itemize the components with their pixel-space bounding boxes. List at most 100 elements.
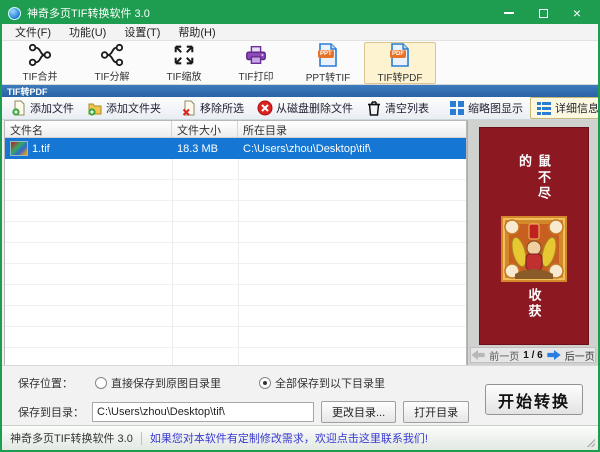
preview-artwork [501, 216, 567, 282]
add-file-button[interactable]: 添加文件 [5, 97, 80, 119]
preview-bottom-caption: 收获 [526, 288, 542, 320]
pdf-badge: PDF [390, 49, 406, 58]
menubar: 文件(F) 功能(U) 设置(T) 帮助(H) [2, 24, 598, 41]
save-option-custom-dir[interactable]: 全部保存到以下目录里 [259, 375, 385, 391]
toolbar-button-tif-split[interactable]: TIF分解 [76, 42, 148, 84]
button-label: 清空列表 [385, 103, 429, 115]
button-label: 添加文件 [30, 103, 74, 115]
pdf-document-icon: PDF [387, 42, 413, 68]
save-dir-label: 保存到目录： [18, 407, 84, 419]
toolbar-label: TIF分解 [94, 71, 130, 83]
clear-list-button[interactable]: 清空列表 [360, 97, 435, 119]
minimize-button[interactable] [502, 6, 516, 20]
main-area: 文件名 文件大小 所在目录 1.tif 18.3 MB C:\Users\zho… [2, 120, 598, 365]
table-empty-area [5, 159, 466, 365]
details-view-button[interactable]: 详细信息显示 [530, 97, 599, 119]
prev-page-button[interactable]: 前一页 [489, 348, 519, 363]
menu-file[interactable]: 文件(F) [6, 24, 60, 40]
table-row[interactable]: 1.tif 18.3 MB C:\Users\zhou\Desktop\tif\ [5, 138, 466, 159]
file-thumbnail [10, 141, 28, 156]
save-option-original-dir[interactable]: 直接保存到原图目录里 [95, 375, 221, 391]
remove-file-icon [182, 100, 195, 116]
table-header: 文件名 文件大小 所在目录 [5, 121, 466, 138]
menu-function[interactable]: 功能(U) [60, 24, 115, 40]
toolbar-button-tif-print[interactable]: TIF打印 [220, 42, 292, 84]
button-label: 缩略图显示 [468, 103, 523, 115]
statusbar-divider [140, 431, 142, 445]
scale-icon [174, 45, 194, 64]
save-location-label: 保存位置： [18, 378, 73, 390]
thumbnail-view-button[interactable]: 缩略图显示 [443, 97, 529, 119]
radio-label: 全部保存到以下目录里 [275, 378, 385, 390]
add-file-icon [12, 100, 25, 116]
app-window: 神奇多页TIF转换软件 3.0 × 文件(F) 功能(U) 设置(T) 帮助(H… [0, 0, 600, 452]
section-header: TIF转PDF [2, 85, 598, 97]
toolbar-button-tif-scale[interactable]: TIF缩放 [148, 42, 220, 84]
preview-top-caption: 鼠不尽的 [517, 154, 551, 202]
file-name: 1.tif [32, 142, 50, 155]
delete-from-disk-button[interactable]: 从磁盘删除文件 [251, 97, 359, 119]
trash-icon [368, 101, 380, 116]
remove-selected-button[interactable]: 移除所选 [175, 97, 250, 119]
menu-settings[interactable]: 设置(T) [115, 24, 169, 40]
contact-link[interactable]: 如果您对本软件有定制修改需求，欢迎点击这里联系我们! [150, 430, 428, 446]
radio-checked-icon [259, 377, 271, 389]
toolbar-label: TIF合并 [22, 71, 58, 83]
column-header-filesize[interactable]: 文件大小 [172, 121, 238, 137]
titlebar[interactable]: 神奇多页TIF转换软件 3.0 × [2, 2, 598, 24]
add-folder-button[interactable]: 添加文件夹 [81, 97, 167, 119]
menu-help[interactable]: 帮助(H) [169, 24, 224, 40]
next-page-button[interactable]: 后一页 [565, 348, 595, 363]
toolbar-label: PPT转TIF [305, 72, 351, 84]
column-divider [172, 159, 173, 365]
merge-icon [28, 43, 52, 66]
toolbar-button-tif-merge[interactable]: TIF合并 [4, 42, 76, 84]
statusbar: 神奇多页TIF转换软件 3.0 如果您对本软件有定制修改需求，欢迎点击这里联系我… [2, 425, 598, 450]
open-dir-button[interactable]: 打开目录 [403, 401, 470, 423]
add-folder-icon [88, 103, 102, 116]
column-divider [238, 159, 239, 365]
resize-grip[interactable] [587, 439, 595, 447]
prev-page-icon[interactable] [471, 350, 485, 360]
split-icon [100, 43, 124, 66]
button-label: 从磁盘删除文件 [276, 103, 353, 115]
save-panel: 保存位置： 直接保存到原图目录里 全部保存到以下目录里 保存到目录： 更改目录.… [2, 365, 598, 425]
app-icon [8, 6, 21, 20]
ppt-document-icon: PPT [315, 42, 341, 68]
button-label: 详细信息显示 [555, 103, 599, 115]
column-header-filename[interactable]: 文件名 [5, 121, 172, 137]
button-label: 移除所选 [200, 103, 244, 115]
button-label: 添加文件夹 [106, 103, 161, 115]
file-toolbar: 添加文件 添加文件夹 移除所选 从磁盘删除文件 清空列表 缩略图显示 详细信息 [2, 97, 598, 120]
toolbar-label: TIF打印 [238, 71, 274, 83]
close-icon: × [572, 5, 582, 21]
delete-disk-icon [257, 100, 273, 116]
printer-icon [246, 45, 266, 64]
page-indicator: 1 / 6 [523, 349, 543, 361]
toolbar-label: TIF转PDF [377, 72, 423, 84]
page-navigation: 前一页 1 / 6 后一页 [470, 347, 596, 363]
details-list-icon [537, 102, 551, 115]
next-page-icon[interactable] [547, 350, 561, 360]
statusbar-app-name: 神奇多页TIF转换软件 3.0 [10, 433, 133, 445]
toolbar-button-tif-to-pdf[interactable]: PDF TIF转PDF [364, 41, 436, 84]
toolbar-label: TIF缩放 [166, 71, 202, 83]
file-size: 18.3 MB [177, 142, 218, 155]
toolbar-button-ppt-to-tif[interactable]: PPT PPT转TIF [292, 42, 364, 84]
save-dir-input[interactable] [92, 402, 314, 422]
column-header-directory[interactable]: 所在目录 [238, 121, 466, 137]
minimize-icon [504, 12, 514, 14]
maximize-button[interactable] [536, 6, 550, 20]
change-dir-button[interactable]: 更改目录... [321, 401, 397, 423]
preview-panel: 鼠不尽的 收获 前一页 1 / 6 后一页 [467, 120, 598, 365]
ppt-badge: PPT [318, 49, 334, 58]
start-convert-button[interactable]: 开始转换 [485, 384, 583, 415]
radio-unchecked-icon [95, 377, 107, 389]
maximize-icon [538, 8, 548, 18]
thumbnail-grid-icon [450, 101, 464, 115]
main-toolbar: TIF合并 TIF分解 TIF缩放 TIF打印 PPT PPT转TIF PDF … [2, 41, 598, 85]
close-button[interactable]: × [570, 6, 584, 20]
preview-image: 鼠不尽的 收获 [479, 127, 589, 345]
section-title: TIF转PDF [7, 86, 48, 97]
file-directory: C:\Users\zhou\Desktop\tif\ [243, 142, 371, 155]
